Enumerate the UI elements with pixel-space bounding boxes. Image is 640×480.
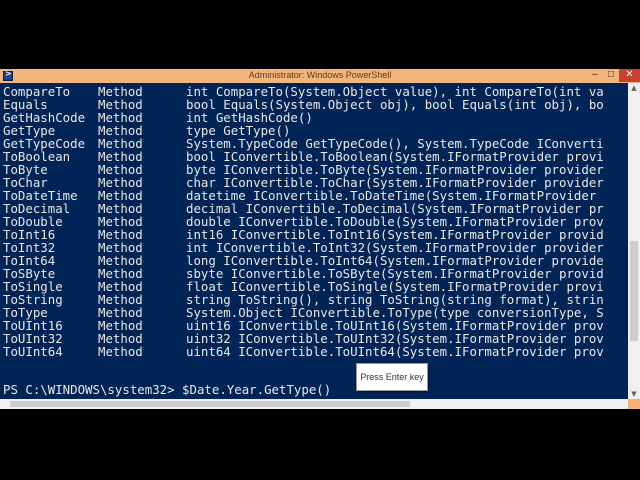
member-name: ToUInt64 bbox=[3, 344, 63, 359]
member-name: GetHashCode bbox=[3, 110, 86, 125]
window-title: Administrator: Windows PowerShell bbox=[248, 70, 392, 80]
member-definition: sbyte IConvertible.ToSByte(System.IForma… bbox=[186, 266, 604, 281]
member-type: Method bbox=[98, 305, 143, 320]
member-name: ToUInt16 bbox=[3, 318, 63, 333]
member-definition: int GetHashCode() bbox=[186, 110, 313, 125]
member-name: GetTypeCode bbox=[3, 136, 86, 151]
member-name: ToInt32 bbox=[3, 240, 56, 255]
member-type: Method bbox=[98, 136, 143, 151]
member-definition: bool IConvertible.ToBoolean(System.IForm… bbox=[186, 149, 604, 164]
member-name: ToChar bbox=[3, 175, 48, 190]
member-name: CompareTo bbox=[3, 84, 71, 99]
horizontal-scrollbar[interactable] bbox=[0, 399, 628, 409]
member-type: Method bbox=[98, 292, 143, 307]
member-definition: long IConvertible.ToInt64(System.IFormat… bbox=[186, 253, 604, 268]
member-type: Method bbox=[98, 110, 143, 125]
member-definition: bool Equals(System.Object obj), bool Equ… bbox=[186, 97, 604, 112]
member-definition: int IConvertible.ToInt32(System.IFormatP… bbox=[186, 240, 604, 255]
member-type: Method bbox=[98, 279, 143, 294]
member-name: GetType bbox=[3, 123, 56, 138]
member-definition: float IConvertible.ToSingle(System.IForm… bbox=[186, 279, 604, 294]
member-name: Equals bbox=[3, 97, 48, 112]
member-name: ToType bbox=[3, 305, 48, 320]
member-definition: datetime IConvertible.ToDateTime(System.… bbox=[186, 188, 597, 203]
member-name: ToByte bbox=[3, 162, 48, 177]
member-type: Method bbox=[98, 344, 143, 359]
member-name: ToUInt32 bbox=[3, 331, 63, 346]
member-type: Method bbox=[98, 97, 143, 112]
member-definition: uint32 IConvertible.ToUInt32(System.IFor… bbox=[186, 331, 604, 346]
member-type: Method bbox=[98, 162, 143, 177]
member-type: Method bbox=[98, 201, 143, 216]
member-type: Method bbox=[98, 253, 143, 268]
member-definition: uint64 IConvertible.ToUInt64(System.IFor… bbox=[186, 344, 604, 359]
member-name: ToDateTime bbox=[3, 188, 78, 203]
horizontal-scroll-thumb[interactable] bbox=[10, 401, 410, 407]
member-definition: System.Object IConvertible.ToType(type c… bbox=[186, 305, 604, 320]
member-type: Method bbox=[98, 84, 143, 99]
scroll-up-arrow-icon[interactable]: ▲ bbox=[628, 83, 640, 93]
member-type: Method bbox=[98, 123, 143, 138]
member-definition: int16 IConvertible.ToInt16(System.IForma… bbox=[186, 227, 604, 242]
minimize-button[interactable]: – bbox=[587, 69, 603, 82]
member-name: ToDouble bbox=[3, 214, 63, 229]
member-definition: int CompareTo(System.Object value), int … bbox=[186, 84, 604, 99]
maximize-button[interactable]: □ bbox=[603, 69, 619, 82]
vertical-scrollbar[interactable]: ▲ ▼ bbox=[628, 83, 640, 399]
member-definition: double IConvertible.ToDouble(System.IFor… bbox=[186, 214, 604, 229]
member-name: ToSingle bbox=[3, 279, 63, 294]
close-button[interactable]: ✕ bbox=[619, 69, 640, 82]
member-name: ToInt64 bbox=[3, 253, 56, 268]
member-definition: char IConvertible.ToChar(System.IFormatP… bbox=[186, 175, 604, 190]
console-output[interactable]: ToUInt64 Method uint64 IConvertible.ToUInt… bbox=[0, 83, 628, 399]
member-definition: byte IConvertible.ToByte(System.IFormatP… bbox=[186, 162, 604, 177]
member-type: Method bbox=[98, 266, 143, 281]
member-type: Method bbox=[98, 188, 143, 203]
member-name: ToInt16 bbox=[3, 227, 56, 242]
member-type: Method bbox=[98, 318, 143, 333]
member-definition: string ToString(), string ToString(strin… bbox=[186, 292, 604, 307]
member-definition: System.TypeCode GetTypeCode(), System.Ty… bbox=[186, 136, 604, 151]
member-definition: uint16 IConvertible.ToUInt16(System.IFor… bbox=[186, 318, 604, 333]
scroll-down-arrow-icon[interactable]: ▼ bbox=[628, 389, 640, 399]
member-type: Method bbox=[98, 214, 143, 229]
member-definition: decimal IConvertible.ToDecimal(System.IF… bbox=[186, 201, 604, 216]
prompt-text: PS C:\WINDOWS\system32> $Date.Year.GetTy… bbox=[3, 382, 332, 397]
member-definition: type GetType() bbox=[186, 123, 291, 138]
member-type: Method bbox=[98, 149, 143, 164]
member-type: Method bbox=[98, 240, 143, 255]
powershell-window: Administrator: Windows PowerShell – □ ✕ … bbox=[0, 69, 640, 409]
member-type: Method bbox=[98, 175, 143, 190]
member-name: ToSByte bbox=[3, 266, 56, 281]
member-name: ToBoolean bbox=[3, 149, 71, 164]
vertical-scroll-thumb[interactable] bbox=[630, 241, 638, 341]
member-type: Method bbox=[98, 227, 143, 242]
keystroke-tooltip: Press Enter key bbox=[356, 363, 428, 391]
command-prompt[interactable]: PS C:\WINDOWS\system32> $Date.Year.GetTy… bbox=[3, 383, 331, 396]
member-type: Method bbox=[98, 331, 143, 346]
title-bar[interactable]: Administrator: Windows PowerShell – □ ✕ bbox=[0, 69, 640, 83]
member-name: ToDecimal bbox=[3, 201, 71, 216]
member-name: ToString bbox=[3, 292, 63, 307]
